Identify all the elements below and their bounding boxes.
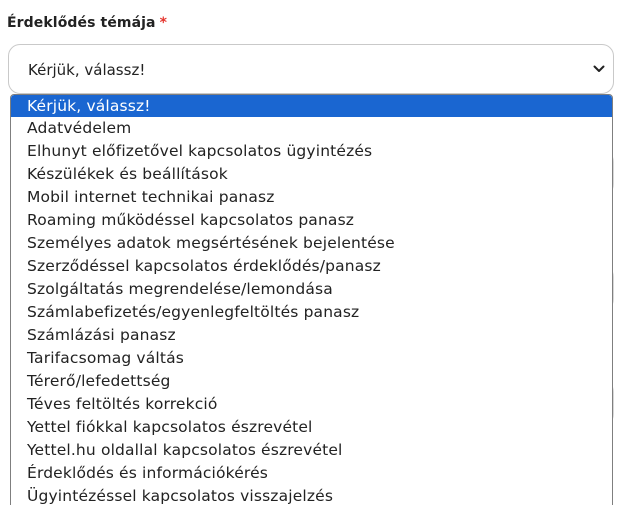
dropdown-option[interactable]: Térerő/lefedettség [11,370,612,393]
dropdown-option[interactable]: Szolgáltatás megrendelése/lemondása [11,278,612,301]
field-label: Érdeklődés témája * [7,15,167,31]
dropdown-option[interactable]: Szerződéssel kapcsolatos érdeklődés/pana… [11,255,612,278]
dropdown-option[interactable]: Roaming működéssel kapcsolatos panasz [11,209,612,232]
dropdown-option[interactable]: Tarifacsomag váltás [11,347,612,370]
dropdown-option[interactable]: Számlázási panasz [11,324,612,347]
chevron-down-icon [593,65,605,72]
dropdown-option[interactable]: Téves feltöltés korrekció [11,393,612,416]
form-page: Érdeklődés témája * Kérjük, válassz! Kérj… [0,0,617,505]
dropdown-option[interactable]: Ügyintézéssel kapcsolatos visszajelzés [11,485,612,505]
dropdown-option[interactable]: Mobil internet technikai panasz [11,186,612,209]
select-value: Kérjük, válassz! [28,61,146,79]
field-label-text: Érdeklődés témája [7,15,156,31]
topic-select[interactable]: Kérjük, válassz! [8,44,614,94]
dropdown-option[interactable]: Yettel.hu oldallal kapcsolatos észrevéte… [11,439,612,462]
dropdown-option[interactable]: Készülékek és beállítások [11,163,612,186]
dropdown-option[interactable]: Adatvédelem [11,117,612,140]
dropdown-option[interactable]: Személyes adatok megsértésének bejelenté… [11,232,612,255]
dropdown-option[interactable]: Elhunyt előfizetővel kapcsolatos ügyinté… [11,140,612,163]
dropdown-option[interactable]: Érdeklődés és információkérés [11,462,612,485]
topic-dropdown-list[interactable]: Kérjük, válassz! Adatvédelem Elhunyt előfi… [10,94,613,505]
required-mark: * [159,15,168,31]
dropdown-option[interactable]: Kérjük, válassz! [11,95,612,117]
dropdown-option[interactable]: Yettel fiókkal kapcsolatos észrevétel [11,416,612,439]
dropdown-option[interactable]: Számlabefizetés/egyenlegfeltöltés panasz [11,301,612,324]
